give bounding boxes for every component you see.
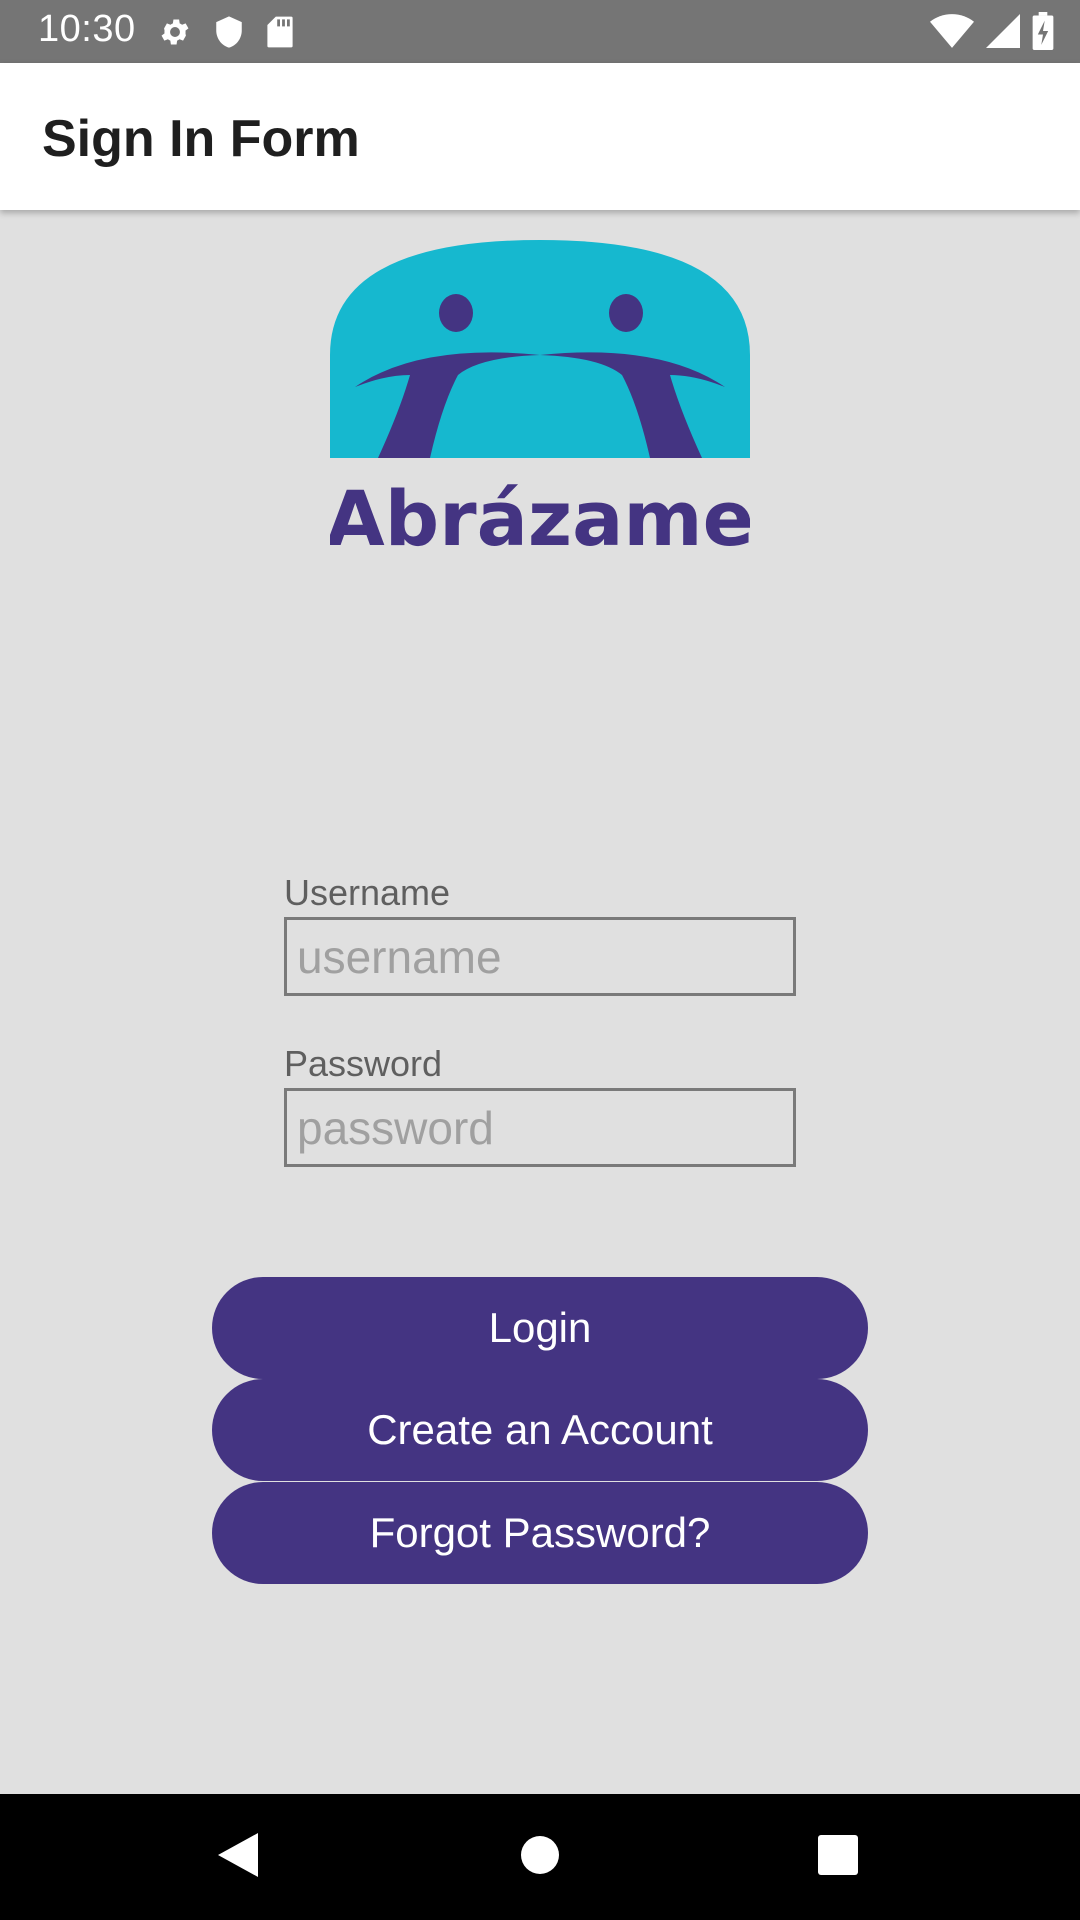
username-label: Username xyxy=(284,872,451,913)
status-time: 10:30 xyxy=(38,8,136,50)
app-bar: Sign In Form xyxy=(0,63,1080,210)
sd-card-icon xyxy=(266,15,294,49)
create-account-button[interactable]: Create an Account xyxy=(212,1379,868,1481)
home-button[interactable] xyxy=(480,1794,600,1920)
cell-signal-icon xyxy=(986,14,1020,48)
back-button[interactable] xyxy=(178,1794,298,1920)
page-title: Sign In Form xyxy=(42,110,360,168)
forgot-password-button[interactable]: Forgot Password? xyxy=(212,1482,868,1584)
shield-icon xyxy=(214,15,244,49)
wifi-icon xyxy=(930,14,974,48)
status-bar: 10:30 xyxy=(0,0,1080,63)
battery-charging-icon xyxy=(1032,12,1054,50)
username-input[interactable] xyxy=(284,917,796,996)
status-right-icons xyxy=(930,12,1054,50)
settings-icon xyxy=(158,15,192,49)
navigation-bar xyxy=(0,1794,1080,1920)
password-label: Password xyxy=(284,1043,443,1084)
home-icon xyxy=(520,1835,560,1880)
logo-wordmark: Abrázame xyxy=(330,474,750,555)
recents-icon xyxy=(818,1834,858,1880)
abrazame-logo: Abrázame xyxy=(330,225,750,555)
password-input[interactable] xyxy=(284,1088,796,1167)
back-icon xyxy=(216,1831,260,1884)
login-button[interactable]: Login xyxy=(212,1277,868,1379)
recents-button[interactable] xyxy=(778,1794,898,1920)
sign-in-content: Abrázame Username Password Login Create … xyxy=(0,210,1080,1794)
status-left-icons xyxy=(158,14,294,50)
